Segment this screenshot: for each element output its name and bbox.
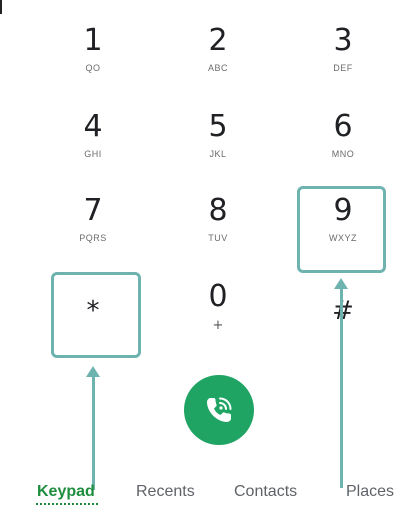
key-letters: GHI [84,149,102,159]
tab-contacts[interactable]: Contacts [234,483,297,501]
voicemail-letters: QO [85,63,101,73]
key-4[interactable]: 4 GHI [38,110,148,190]
call-button[interactable] [184,375,254,445]
key-letters: ABC [207,63,228,73]
key-letters: MNO [331,149,355,159]
key-letters: WXYZ [329,233,357,243]
key-digit: 4 [83,109,103,144]
annotation-arrow-line [340,288,343,488]
dialer-screen: 1 QO 2 ABC 3 DEF 4 GHI 5 JKL 6 MNO 7 PQR… [0,0,411,507]
key-9[interactable]: 9 WXYZ [288,194,398,274]
key-0[interactable]: 0 + [163,280,273,360]
key-digit: 6 [333,109,353,144]
key-letters: PQRS [79,233,107,243]
annotation-arrow-line [92,376,95,490]
active-tab-indicator [36,503,98,505]
key-2[interactable]: 2 ABC [163,24,273,104]
key-digit: 1 [83,23,103,58]
tab-recents[interactable]: Recents [136,483,195,501]
tab-keypad[interactable]: Keypad [37,483,95,501]
key-star[interactable]: * [38,294,148,374]
key-digit: 7 [83,193,103,228]
key-letters: DEF [333,63,353,73]
key-hash[interactable]: # [288,294,398,374]
phone-wifi-call-icon [201,392,237,428]
tab-places[interactable]: Places [346,483,394,501]
key-digit: 5 [208,109,228,144]
key-8[interactable]: 8 TUV [163,194,273,274]
key-letters: TUV [208,233,228,243]
key-5[interactable]: 5 JKL [163,110,273,190]
key-3[interactable]: 3 DEF [288,24,398,104]
key-symbol: * [86,296,100,326]
key-digit: 0 [208,279,228,314]
key-plus: + [212,318,224,333]
key-digit: 2 [208,23,228,58]
key-6[interactable]: 6 MNO [288,110,398,190]
key-digit: 3 [333,23,353,58]
key-digit: 8 [208,193,228,228]
key-7[interactable]: 7 PQRS [38,194,148,274]
edge-mark [0,0,2,14]
key-digit: 9 [333,193,353,228]
key-symbol: # [288,294,398,328]
key-letters: JKL [209,149,227,159]
key-1[interactable]: 1 QO [38,24,148,104]
